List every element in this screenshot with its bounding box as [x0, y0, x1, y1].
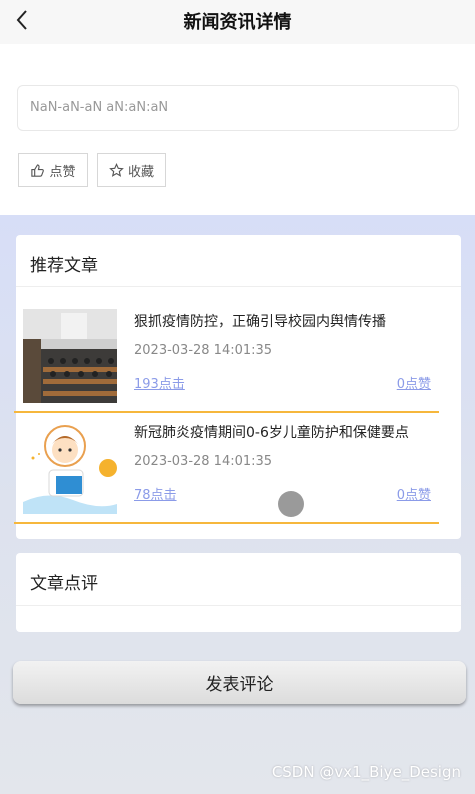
thumbs-up-icon — [31, 163, 45, 177]
article-time: 2023-03-28 14:01:35 — [134, 343, 273, 358]
article-likes[interactable]: 0点赞 — [397, 484, 431, 503]
favorite-label: 收藏 — [127, 164, 154, 180]
comments-title: 文章点评 — [30, 574, 98, 594]
publish-date: NaN-aN-aN aN:aN:aN — [17, 85, 459, 131]
star-icon — [109, 162, 124, 177]
favorite-button[interactable]: 收藏 — [97, 153, 166, 187]
article-likes[interactable]: 0点赞 — [397, 373, 431, 392]
header-bar: 新闻资讯详情 — [0, 0, 475, 44]
article-item[interactable]: 新冠肺炎疫情期间0-6岁儿童防护和保健要点 2023-03-28 14:01:3… — [14, 414, 439, 524]
like-label: 点赞 — [49, 164, 76, 180]
divider — [16, 605, 461, 606]
touch-cursor-indicator — [278, 491, 304, 517]
like-button[interactable]: 点赞 — [18, 153, 88, 187]
watermark: CSDN @vx1_Biye_Design — [271, 763, 461, 781]
article-thumbnail — [23, 420, 117, 514]
page-title: 新闻资讯详情 — [183, 12, 292, 33]
divider — [16, 286, 461, 287]
article-clicks[interactable]: 78点击 — [134, 484, 177, 503]
article-clicks[interactable]: 193点击 — [134, 373, 185, 392]
article-title[interactable]: 新冠肺炎疫情期间0-6岁儿童防护和保健要点 — [134, 422, 409, 442]
article-title[interactable]: 狠抓疫情防控，正确引导校园内舆情传播 — [134, 311, 386, 331]
comments-panel: 文章点评 — [16, 553, 461, 632]
article-item[interactable]: 狠抓疫情防控，正确引导校园内舆情传播 2023-03-28 14:01:35 1… — [14, 303, 439, 413]
article-thumbnail — [23, 309, 117, 403]
article-time: 2023-03-28 14:01:35 — [134, 454, 273, 469]
post-comment-button[interactable]: 发表评论 — [13, 661, 466, 704]
recommended-title: 推荐文章 — [30, 256, 98, 276]
